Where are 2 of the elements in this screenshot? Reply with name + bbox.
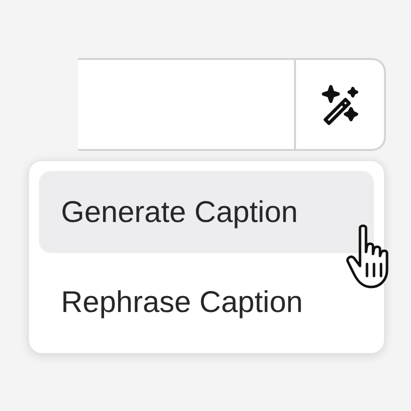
input-field[interactable] bbox=[78, 58, 386, 151]
menu-item[interactable]: Generate Caption bbox=[39, 171, 374, 253]
